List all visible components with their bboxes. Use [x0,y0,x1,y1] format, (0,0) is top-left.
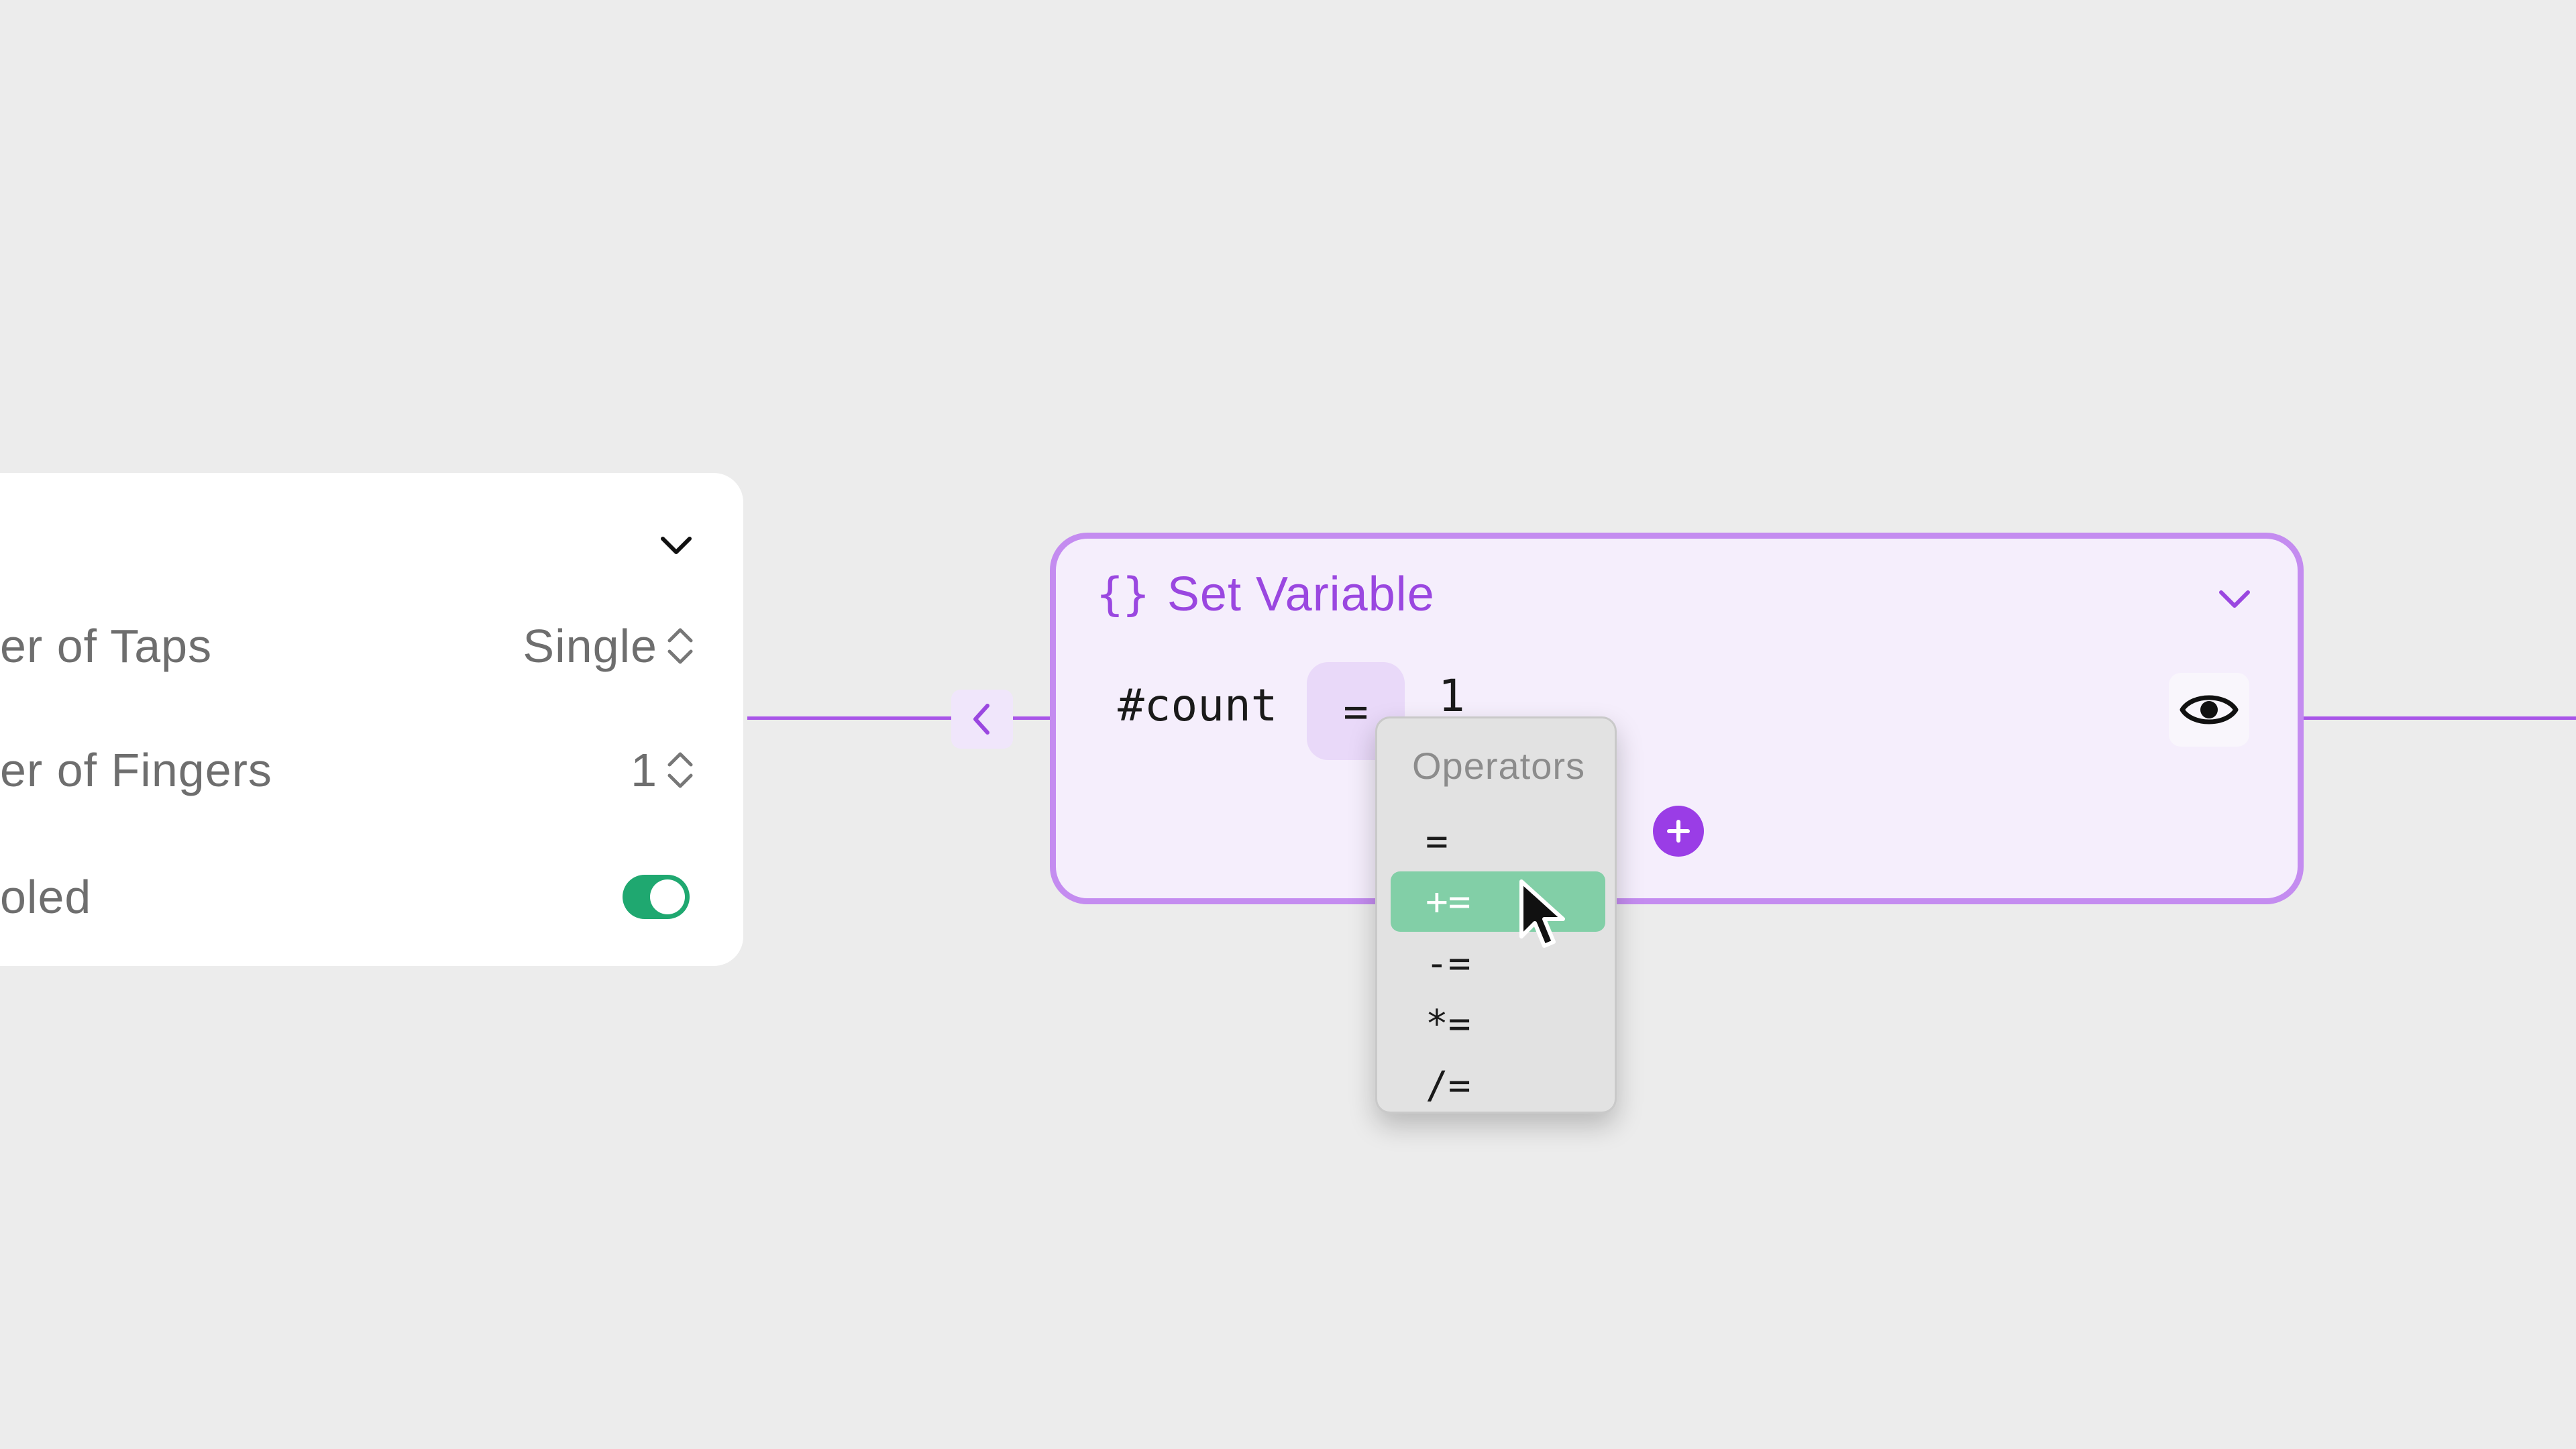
canvas: er of Taps Single er of Fingers 1 oled {… [0,0,2576,1449]
enabled-row: oled [0,867,738,927]
number-of-fingers-label: er of Fingers [0,744,272,796]
chevron-down-icon[interactable] [2214,579,2255,619]
chevron-left-icon[interactable] [951,690,1013,749]
plus-icon [1667,820,1690,843]
preview-button[interactable] [2169,673,2249,747]
menu-item-divide-assign[interactable]: /= [1391,1055,1605,1116]
mouse-cursor-icon [1519,879,1565,948]
enabled-label: oled [0,871,92,923]
node-title: Set Variable [1167,568,1435,621]
number-of-taps-value[interactable]: Single [523,619,657,673]
variable-name[interactable]: #count [1118,680,1277,731]
braces-icon: {} [1096,568,1150,621]
number-of-taps-label: er of Taps [0,620,213,672]
menu-header: Operators [1412,745,1585,787]
menu-item-add-assign[interactable]: += [1391,871,1605,932]
connection-wire-right [2301,716,2576,720]
number-of-fingers-value[interactable]: 1 [631,743,657,797]
stepper-icon[interactable] [664,622,696,670]
menu-item-assign[interactable]: = [1391,811,1605,871]
add-button[interactable] [1653,806,1704,857]
operator-menu: Operators = += -= *= /= [1375,716,1617,1114]
number-of-taps-row[interactable]: er of Taps Single [0,616,738,676]
enabled-toggle[interactable] [623,875,690,919]
stepper-icon[interactable] [664,746,696,794]
menu-item-multiply-assign[interactable]: *= [1391,994,1605,1054]
node-header: {} Set Variable [1096,567,1435,622]
eye-icon [2180,695,2239,724]
menu-item-subtract-assign[interactable]: -= [1391,933,1605,994]
set-variable-node[interactable]: {} Set Variable #count = 1 [1050,533,2304,904]
value-field[interactable]: 1 [1438,670,1465,722]
chevron-down-icon[interactable] [657,527,695,564]
number-of-fingers-row[interactable]: er of Fingers 1 [0,740,738,800]
